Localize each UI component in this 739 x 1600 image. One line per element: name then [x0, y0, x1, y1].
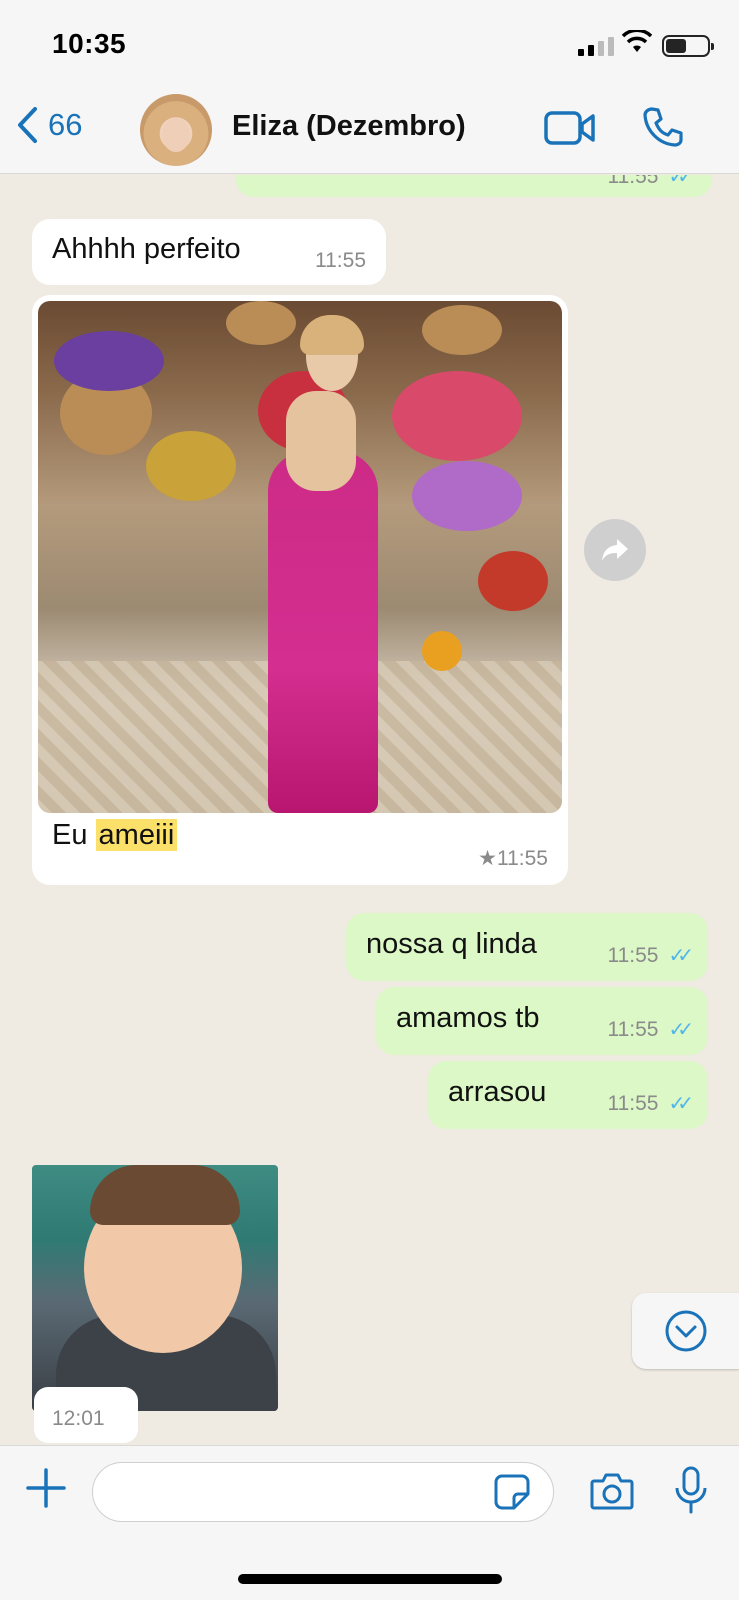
message-bubble-incoming[interactable]: Ahhhh perfeito 11:55 [32, 219, 386, 285]
message-input[interactable] [92, 1462, 554, 1522]
caption-highlight: ameiii [95, 819, 178, 851]
back-button[interactable]: 66 [16, 106, 82, 144]
image-caption: Eu ameiii [52, 819, 178, 852]
message-bubble-outgoing[interactable]: amamos tb 11:55 ✓✓ [376, 987, 708, 1055]
scroll-to-bottom-button[interactable] [632, 1293, 739, 1369]
message-text: amamos tb [396, 1002, 540, 1034]
attach-button[interactable] [26, 1468, 66, 1513]
forward-icon [602, 539, 628, 561]
read-ticks-icon: ✓✓ [668, 1019, 693, 1041]
sticker-button[interactable] [494, 1474, 530, 1515]
camera-button[interactable] [590, 1472, 634, 1515]
caption-text: Eu [52, 819, 88, 851]
contact-name[interactable]: Eliza (Dezembro) [232, 110, 466, 143]
cellular-signal-icon [578, 36, 614, 56]
voice-message-button[interactable] [674, 1466, 708, 1519]
message-text: nossa q linda [366, 928, 537, 960]
home-indicator[interactable] [238, 1574, 502, 1584]
battery-icon [662, 35, 714, 57]
sticker-message[interactable] [32, 1165, 278, 1411]
read-ticks-icon: ✓✓ [668, 175, 693, 188]
plus-icon [26, 1468, 66, 1508]
status-time: 10:35 [52, 28, 127, 59]
chat-messages[interactable]: 11:55 ✓✓ Ahhhh perfeito 11:55 Eu ameiii … [0, 175, 739, 1445]
message-bubble-outgoing-partial[interactable]: 11:55 ✓✓ [236, 175, 712, 197]
unread-count: 66 [48, 107, 83, 142]
read-ticks-icon: ✓✓ [668, 945, 693, 967]
wifi-icon [621, 28, 653, 59]
message-time: 11:55 [607, 943, 659, 967]
message-bubble-outgoing[interactable]: nossa q linda 11:55 ✓✓ [346, 913, 708, 981]
read-ticks-icon: ✓✓ [668, 1093, 693, 1115]
status-bar: 10:35 [0, 0, 739, 90]
voice-call-icon[interactable] [642, 106, 684, 153]
chat-header: 66 Eliza (Dezembro) [0, 90, 739, 174]
message-time-starred: ★11:55 [478, 847, 548, 870]
contact-avatar[interactable] [140, 94, 212, 166]
message-text: Ahhhh perfeito [52, 233, 241, 265]
chevron-down-circle-icon [665, 1310, 706, 1352]
sticker-time-badge: 12:01 [34, 1387, 138, 1443]
message-time: 11:55 [607, 1017, 659, 1041]
message-time: 11:55 [607, 1091, 659, 1115]
message-text: arrasou [448, 1076, 547, 1108]
message-time: 12:01 [52, 1407, 105, 1430]
chevron-left-icon [18, 107, 37, 143]
image-message-bubble[interactable]: Eu ameiii ★11:55 [32, 295, 568, 885]
sticker-icon [494, 1474, 530, 1510]
message-composer [0, 1445, 739, 1600]
microphone-icon [675, 1466, 707, 1514]
video-call-icon[interactable] [544, 110, 596, 151]
message-photo[interactable] [38, 301, 562, 813]
message-time: 11:55 [315, 249, 366, 272]
camera-icon [590, 1473, 634, 1510]
forward-button[interactable] [584, 519, 646, 581]
message-time: 11:55 [607, 175, 659, 188]
message-bubble-outgoing[interactable]: arrasou 11:55 ✓✓ [428, 1061, 708, 1129]
